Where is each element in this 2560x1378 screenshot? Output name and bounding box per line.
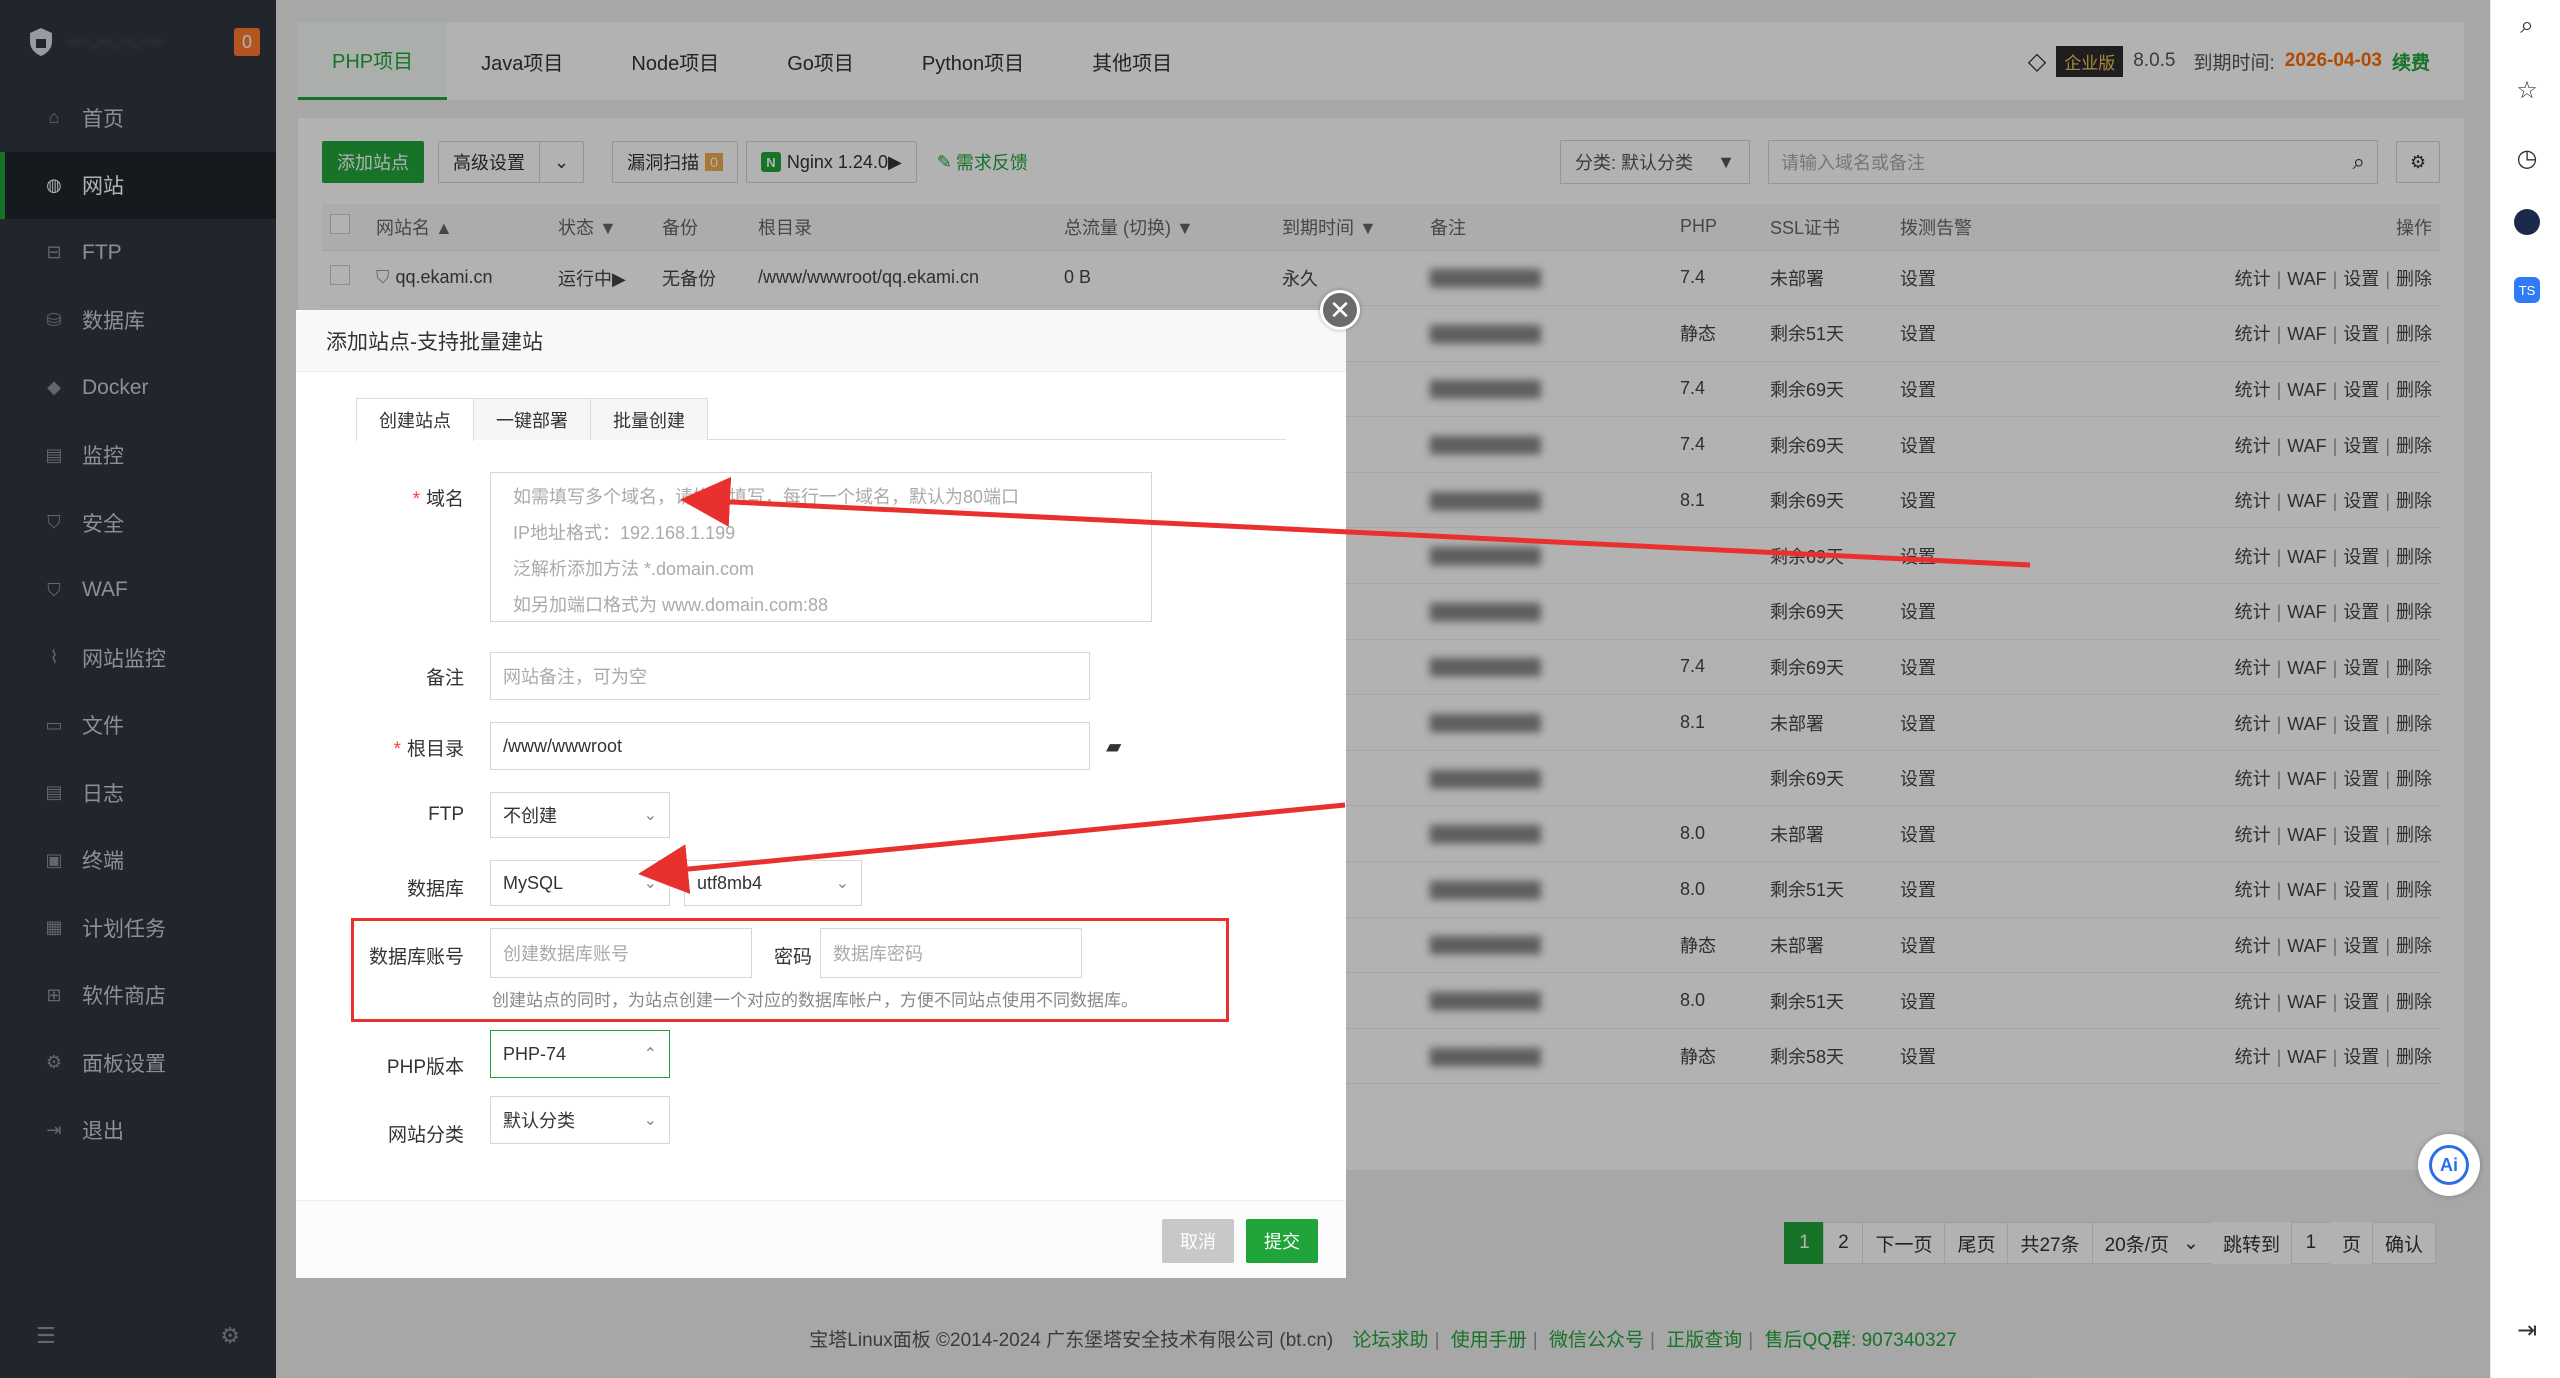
- tab-create-site[interactable]: 创建站点: [356, 398, 474, 441]
- modal-title: 添加站点-支持批量建站: [296, 310, 1346, 372]
- translate-icon[interactable]: TS: [2513, 276, 2541, 304]
- chevron-down-icon: ⌄: [643, 875, 657, 892]
- category-label: 网站分类: [387, 1125, 464, 1146]
- domain-hint-2: IP地址格式：192.168.1.199: [513, 523, 736, 543]
- ftp-select[interactable]: 不创建 ⌄: [490, 792, 670, 838]
- folder-icon[interactable]: ▰: [1106, 734, 1121, 759]
- tab-batch-create[interactable]: 批量创建: [590, 398, 708, 440]
- ai-assistant-button[interactable]: Ai: [2418, 1134, 2480, 1196]
- domain-hint-3: 泛解析添加方法 *.domain.com: [513, 559, 755, 579]
- modal-footer: 取消 提交: [296, 1200, 1346, 1278]
- add-site-modal: 添加站点-支持批量建站 ✕ 创建站点 一键部署 批量创建 * 域名 如需填写多个域…: [296, 290, 1360, 1278]
- remark-input[interactable]: 网站备注，可为空: [490, 652, 1090, 700]
- submit-button[interactable]: 提交: [1246, 1219, 1318, 1263]
- php-version-value: PHP-74: [503, 1043, 567, 1064]
- root-dir-input[interactable]: /www/wwwroot: [490, 722, 1090, 770]
- chevron-down-icon: ⌄: [643, 1112, 657, 1129]
- assistant-icon[interactable]: [2513, 208, 2541, 236]
- ai-icon: Ai: [2429, 1145, 2469, 1185]
- cancel-button[interactable]: 取消: [1162, 1219, 1234, 1263]
- db-label: 数据库: [406, 879, 464, 900]
- php-version-select[interactable]: PHP-74 ⌃: [490, 1030, 670, 1078]
- domain-hint-4: 如另加端口格式为 www.domain.com:88: [513, 595, 829, 615]
- annotation-box: [351, 918, 1229, 1022]
- site-category-value: 默认分类: [503, 1111, 575, 1131]
- star-icon[interactable]: ☆: [2513, 76, 2541, 104]
- domain-textarea[interactable]: 如需填写多个域名，请换行填写，每行一个域名，默认为80端口 IP地址格式：192…: [490, 472, 1152, 622]
- close-icon[interactable]: ✕: [1320, 290, 1360, 330]
- modal-tabs: 创建站点 一键部署 批量创建: [356, 398, 1286, 441]
- site-category-select[interactable]: 默认分类 ⌄: [490, 1096, 670, 1144]
- domain-hint-1: 如需填写多个域名，请换行填写，每行一个域名，默认为80端口: [513, 487, 1020, 507]
- chevron-up-icon: ⌃: [643, 1046, 657, 1063]
- db-type-select[interactable]: MySQL ⌄: [490, 860, 670, 906]
- root-label: * 根目录: [393, 739, 464, 760]
- php-label: PHP版本: [386, 1057, 464, 1078]
- browser-sidebar: ⌕ ☆ ◷ TS ⇥: [2490, 0, 2560, 1378]
- ftp-value: 不创建: [503, 806, 557, 826]
- db-type-value: MySQL: [503, 872, 564, 893]
- search-icon[interactable]: ⌕: [2513, 12, 2541, 40]
- chevron-down-icon: ⌄: [835, 875, 849, 892]
- charset-value: utf8mb4: [697, 872, 763, 893]
- collapse-panel-icon[interactable]: ⇥: [2513, 1316, 2541, 1344]
- remark-label: 备注: [425, 668, 464, 689]
- ftp-label: FTP: [428, 804, 464, 825]
- domain-label: * 域名: [412, 489, 464, 510]
- charset-select[interactable]: utf8mb4 ⌄: [684, 860, 862, 906]
- chevron-down-icon: ⌄: [643, 807, 657, 824]
- tab-one-click-deploy[interactable]: 一键部署: [473, 398, 591, 440]
- history-icon[interactable]: ◷: [2513, 144, 2541, 172]
